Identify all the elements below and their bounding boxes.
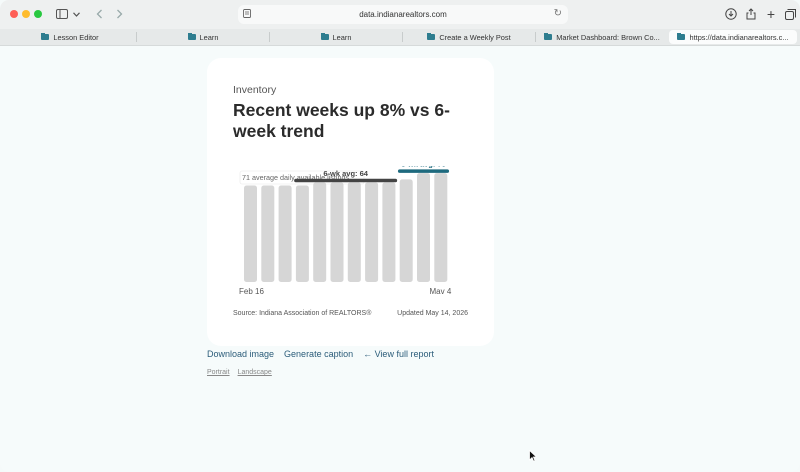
tab-bar: Lesson Editor Learn Learn Create a Weekl… (0, 29, 800, 46)
updated-date: Updated May 14, 2026 (397, 310, 468, 317)
chart-bar (434, 173, 448, 282)
view-full-report-link[interactable]: ← View full report (363, 349, 434, 359)
tab-overview-icon[interactable] (783, 6, 797, 22)
landscape-link[interactable]: Landscape (238, 369, 272, 376)
folder-icon (677, 33, 686, 40)
card-headline: Recent weeks up 8% vs 6-week trend (233, 100, 450, 141)
address-bar[interactable]: data.indianarealtors.com ↻ (238, 5, 568, 24)
tab-label: Create a Weekly Post (439, 32, 511, 42)
share-icon[interactable] (744, 6, 758, 22)
chart-bar (244, 185, 257, 282)
page-settings-icon[interactable] (243, 9, 251, 18)
x-tick-label: Mav 4 (430, 287, 452, 296)
x-tick-label: Feb 16 (239, 287, 264, 296)
portrait-link[interactable]: Portrait (207, 369, 230, 376)
tab-label: https://data.indianarealtors.c... (689, 32, 789, 42)
tab-lesson-editor[interactable]: Lesson Editor (4, 29, 136, 45)
chart-bar (278, 185, 292, 282)
chart-bar (365, 182, 379, 282)
tab-indianarealtors-active[interactable]: https://data.indianarealtors.c... (669, 30, 797, 44)
card-actions: Download image Generate caption ← View f… (207, 349, 434, 359)
address-text: data.indianarealtors.com (359, 10, 447, 19)
tab-label: Learn (199, 32, 219, 42)
chart-bar (399, 179, 413, 282)
chart-bar (417, 173, 430, 282)
close-window-button[interactable] (10, 10, 18, 18)
inventory-bar-chart: 71 average daily available listings6-wk … (239, 166, 452, 296)
minimize-window-button[interactable] (22, 10, 30, 18)
tab-label: Learn (332, 32, 352, 42)
folder-icon (320, 33, 329, 40)
chart-bar (261, 185, 275, 282)
chevron-down-icon[interactable] (72, 6, 80, 22)
maximize-window-button[interactable] (34, 10, 42, 18)
chart-bar (313, 182, 327, 282)
share-card: Inventory Recent weeks up 8% vs 6-week t… (207, 58, 494, 346)
folder-icon (41, 33, 50, 40)
card-eyebrow: Inventory (233, 84, 277, 96)
download-icon[interactable] (724, 6, 738, 22)
folder-icon (544, 33, 553, 40)
sidebar-toggle-icon[interactable] (55, 6, 69, 22)
back-icon[interactable] (92, 6, 106, 22)
reference-label: 3-wk avg: 70 (401, 166, 446, 169)
new-tab-icon[interactable]: + (764, 6, 778, 22)
reference-label: 6-wk avg: 64 (323, 169, 368, 178)
source-note: Source: Indiana Association of REALTORS® (233, 310, 372, 317)
download-image-link[interactable]: Download image (207, 349, 274, 359)
browser-toolbar: data.indianarealtors.com ↻ + (0, 0, 800, 29)
folder-icon (427, 33, 436, 40)
reload-icon[interactable]: ↻ (554, 8, 562, 19)
generate-caption-link[interactable]: Generate caption (284, 349, 353, 359)
tab-learn-2[interactable]: Learn (270, 29, 402, 45)
chart-bar (382, 182, 396, 282)
browser-window: data.indianarealtors.com ↻ + Lesson Edit… (0, 0, 800, 472)
mouse-cursor-icon (529, 450, 537, 462)
tab-label: Market Dashboard: Brown Co... (556, 32, 660, 42)
forward-icon[interactable] (112, 6, 126, 22)
chart-bar (295, 185, 309, 282)
chart-bar (330, 182, 344, 282)
tab-label: Lesson Editor (53, 32, 99, 42)
chart-bar (347, 182, 361, 282)
tab-create-weekly-post[interactable]: Create a Weekly Post (403, 29, 535, 45)
tab-learn[interactable]: Learn (137, 29, 269, 45)
format-options: Portrait Landscape (207, 369, 272, 376)
tab-market-dashboard[interactable]: Market Dashboard: Brown Co... (536, 29, 668, 45)
folder-icon (187, 33, 196, 40)
